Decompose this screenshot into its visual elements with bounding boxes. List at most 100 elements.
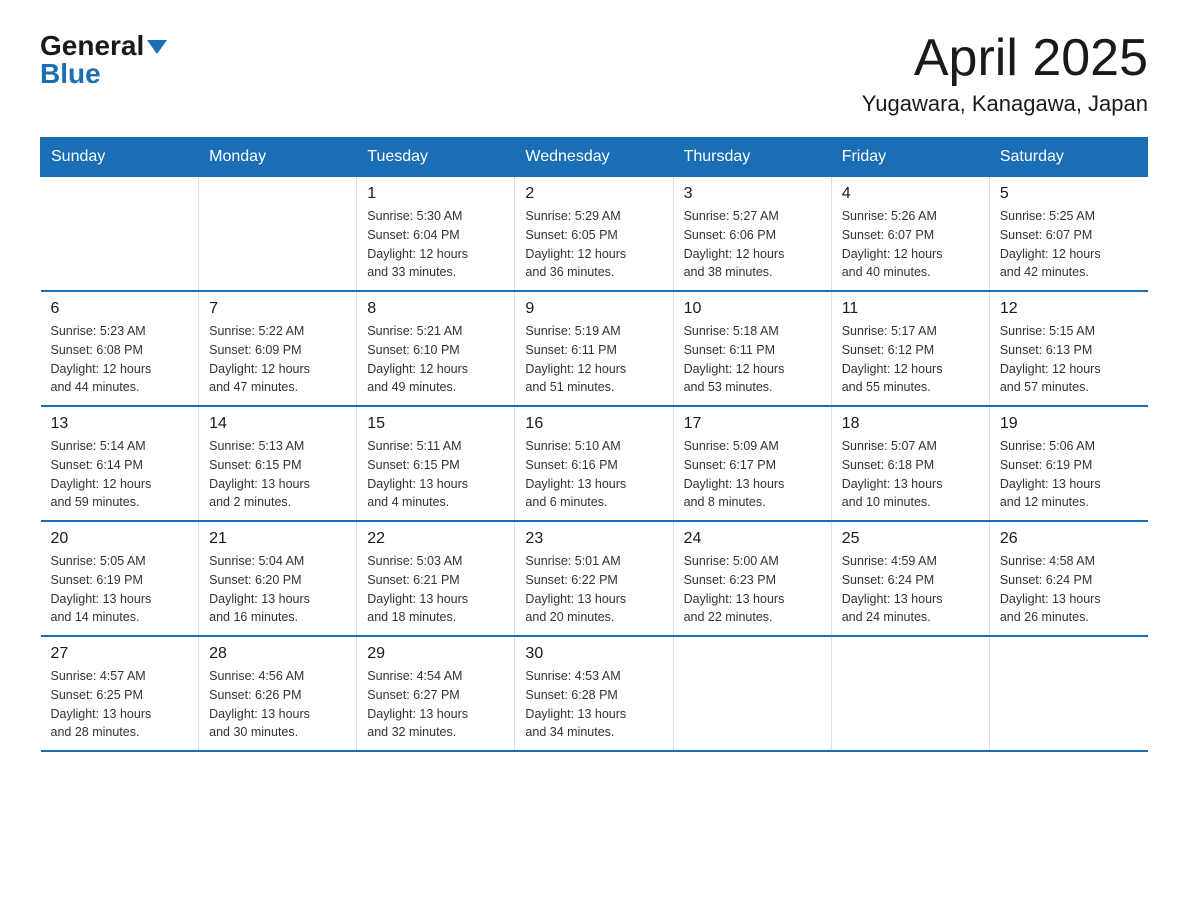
calendar-header-cell: Wednesday [515,138,673,177]
day-info: Sunrise: 5:06 AM Sunset: 6:19 PM Dayligh… [1000,437,1138,512]
day-number: 7 [209,300,346,318]
day-number: 30 [525,645,662,663]
calendar-day-cell: 12Sunrise: 5:15 AM Sunset: 6:13 PM Dayli… [989,291,1147,406]
day-info: Sunrise: 5:09 AM Sunset: 6:17 PM Dayligh… [684,437,821,512]
day-info: Sunrise: 5:04 AM Sunset: 6:20 PM Dayligh… [209,552,346,627]
day-info: Sunrise: 5:30 AM Sunset: 6:04 PM Dayligh… [367,207,504,282]
calendar-day-cell: 4Sunrise: 5:26 AM Sunset: 6:07 PM Daylig… [831,177,989,292]
calendar-day-cell: 26 Sunrise: 4:58 AM Sunset: 6:24 PM Dayli… [989,521,1147,636]
calendar-day-cell: 22 Sunrise: 5:03 AM Sunset: 6:21 PM Dayli… [357,521,515,636]
day-info: Sunrise: 5:25 AM Sunset: 6:07 PM Dayligh… [1000,207,1138,282]
day-info: Sunrise: 5:10 AM Sunset: 6:16 PM Dayligh… [525,437,662,512]
calendar-day-cell: 29 Sunrise: 4:54 AM Sunset: 6:27 PM Dayli… [357,636,515,751]
calendar-day-cell: 21 Sunrise: 5:04 AM Sunset: 6:20 PM Dayli… [199,521,357,636]
calendar-day-cell: 24 Sunrise: 5:00 AM Sunset: 6:23 PM Dayli… [673,521,831,636]
calendar-day-cell: 9 Sunrise: 5:19 AM Sunset: 6:11 PM Daylig… [515,291,673,406]
calendar-day-cell [673,636,831,751]
calendar-subtitle: Yugawara, Kanagawa, Japan [862,91,1148,117]
day-number: 6 [51,300,189,318]
day-number: 27 [51,645,189,663]
day-info: Sunrise: 4:53 AM Sunset: 6:28 PM Dayligh… [525,667,662,742]
calendar-week-row: 20Sunrise: 5:05 AM Sunset: 6:19 PM Dayli… [41,521,1148,636]
day-number: 22 [367,530,504,548]
calendar-day-cell: 14 Sunrise: 5:13 AM Sunset: 6:15 PM Dayli… [199,406,357,521]
calendar-day-cell: 27Sunrise: 4:57 AM Sunset: 6:25 PM Dayli… [41,636,199,751]
day-info: Sunrise: 5:14 AM Sunset: 6:14 PM Dayligh… [51,437,189,512]
calendar-header: SundayMondayTuesdayWednesdayThursdayFrid… [41,138,1148,177]
day-number: 16 [525,415,662,433]
calendar-header-cell: Saturday [989,138,1147,177]
day-number: 26 [1000,530,1138,548]
day-number: 28 [209,645,346,663]
day-number: 5 [1000,185,1138,203]
calendar-day-cell: 8Sunrise: 5:21 AM Sunset: 6:10 PM Daylig… [357,291,515,406]
day-info: Sunrise: 5:27 AM Sunset: 6:06 PM Dayligh… [684,207,821,282]
calendar-week-row: 6Sunrise: 5:23 AM Sunset: 6:08 PM Daylig… [41,291,1148,406]
calendar-day-cell: 20Sunrise: 5:05 AM Sunset: 6:19 PM Dayli… [41,521,199,636]
calendar-day-cell: 10 Sunrise: 5:18 AM Sunset: 6:11 PM Dayli… [673,291,831,406]
calendar-day-cell: 23Sunrise: 5:01 AM Sunset: 6:22 PM Dayli… [515,521,673,636]
day-info: Sunrise: 5:18 AM Sunset: 6:11 PM Dayligh… [684,322,821,397]
day-number: 2 [525,185,662,203]
day-info: Sunrise: 5:07 AM Sunset: 6:18 PM Dayligh… [842,437,979,512]
day-number: 21 [209,530,346,548]
day-info: Sunrise: 5:17 AM Sunset: 6:12 PM Dayligh… [842,322,979,397]
calendar-day-cell [989,636,1147,751]
calendar-header-cell: Monday [199,138,357,177]
calendar-day-cell: 7 Sunrise: 5:22 AM Sunset: 6:09 PM Daylig… [199,291,357,406]
logo-blue: Blue [40,58,101,90]
calendar-day-cell: 2 Sunrise: 5:29 AM Sunset: 6:05 PM Daylig… [515,177,673,292]
day-number: 24 [684,530,821,548]
day-info: Sunrise: 4:59 AM Sunset: 6:24 PM Dayligh… [842,552,979,627]
day-number: 9 [525,300,662,318]
calendar-title: April 2025 [862,30,1148,87]
calendar-day-cell: 28 Sunrise: 4:56 AM Sunset: 6:26 PM Dayli… [199,636,357,751]
day-info: Sunrise: 5:11 AM Sunset: 6:15 PM Dayligh… [367,437,504,512]
calendar-day-cell: 13 Sunrise: 5:14 AM Sunset: 6:14 PM Dayli… [41,406,199,521]
calendar-day-cell: 11 Sunrise: 5:17 AM Sunset: 6:12 PM Dayli… [831,291,989,406]
day-info: Sunrise: 5:22 AM Sunset: 6:09 PM Dayligh… [209,322,346,397]
calendar-day-cell: 3 Sunrise: 5:27 AM Sunset: 6:06 PM Daylig… [673,177,831,292]
calendar-day-cell [41,177,199,292]
day-info: Sunrise: 5:29 AM Sunset: 6:05 PM Dayligh… [525,207,662,282]
logo: General Blue [40,30,167,90]
calendar-week-row: 27Sunrise: 4:57 AM Sunset: 6:25 PM Dayli… [41,636,1148,751]
calendar-header-cell: Friday [831,138,989,177]
day-number: 13 [51,415,189,433]
day-number: 10 [684,300,821,318]
day-info: Sunrise: 5:00 AM Sunset: 6:23 PM Dayligh… [684,552,821,627]
day-number: 11 [842,300,979,318]
calendar-day-cell [831,636,989,751]
calendar-body: 1 Sunrise: 5:30 AM Sunset: 6:04 PM Daylig… [41,177,1148,752]
day-number: 17 [684,415,821,433]
calendar-week-row: 1 Sunrise: 5:30 AM Sunset: 6:04 PM Daylig… [41,177,1148,292]
calendar-day-cell: 18 Sunrise: 5:07 AM Sunset: 6:18 PM Dayli… [831,406,989,521]
day-number: 8 [367,300,504,318]
day-number: 25 [842,530,979,548]
calendar-day-cell: 17 Sunrise: 5:09 AM Sunset: 6:17 PM Dayli… [673,406,831,521]
calendar-day-cell: 1 Sunrise: 5:30 AM Sunset: 6:04 PM Daylig… [357,177,515,292]
day-number: 3 [684,185,821,203]
calendar-week-row: 13 Sunrise: 5:14 AM Sunset: 6:14 PM Dayli… [41,406,1148,521]
day-info: Sunrise: 5:03 AM Sunset: 6:21 PM Dayligh… [367,552,504,627]
day-number: 19 [1000,415,1138,433]
day-number: 20 [51,530,189,548]
calendar-day-cell: 5 Sunrise: 5:25 AM Sunset: 6:07 PM Daylig… [989,177,1147,292]
day-info: Sunrise: 4:54 AM Sunset: 6:27 PM Dayligh… [367,667,504,742]
day-number: 14 [209,415,346,433]
title-block: April 2025 Yugawara, Kanagawa, Japan [862,30,1148,117]
day-info: Sunrise: 4:58 AM Sunset: 6:24 PM Dayligh… [1000,552,1138,627]
day-number: 12 [1000,300,1138,318]
logo-triangle-icon [147,36,167,56]
day-number: 18 [842,415,979,433]
day-info: Sunrise: 5:13 AM Sunset: 6:15 PM Dayligh… [209,437,346,512]
calendar-day-cell: 25 Sunrise: 4:59 AM Sunset: 6:24 PM Dayli… [831,521,989,636]
calendar-day-cell: 30 Sunrise: 4:53 AM Sunset: 6:28 PM Dayli… [515,636,673,751]
day-number: 1 [367,185,504,203]
day-info: Sunrise: 5:26 AM Sunset: 6:07 PM Dayligh… [842,207,979,282]
day-info: Sunrise: 5:19 AM Sunset: 6:11 PM Dayligh… [525,322,662,397]
calendar-day-cell [199,177,357,292]
calendar-header-cell: Tuesday [357,138,515,177]
day-number: 29 [367,645,504,663]
day-info: Sunrise: 4:56 AM Sunset: 6:26 PM Dayligh… [209,667,346,742]
